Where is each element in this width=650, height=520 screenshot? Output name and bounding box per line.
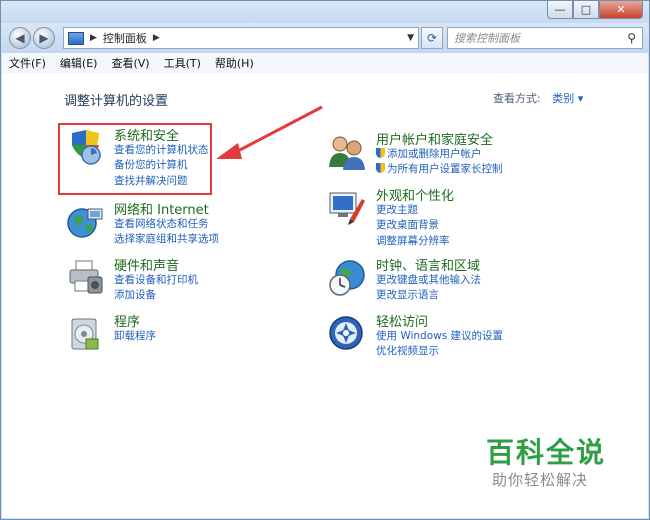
address-segment[interactable]: 控制面板 xyxy=(103,30,147,46)
chevron-right-icon[interactable]: ▶ xyxy=(153,33,160,43)
navigation-bar: ◀ ▶ ▶ 控制面板 ▶ ▼ ⟳ 搜索控制面板 ⚲ xyxy=(1,23,649,53)
watermark-title: 百科全说 xyxy=(486,436,607,469)
maximize-button[interactable]: □ xyxy=(573,1,599,19)
search-input[interactable]: 搜索控制面板 ⚲ xyxy=(447,27,643,49)
menu-tools[interactable]: 工具(T) xyxy=(157,55,208,71)
close-button[interactable]: ✕ xyxy=(599,1,643,19)
menu-help[interactable]: 帮助(H) xyxy=(208,55,261,71)
content-area: 调整计算机的设置 查看方式: 类别 ▾ 系统和安全 查看您的计算机状态 备份您的… xyxy=(2,73,648,518)
control-panel-window: — □ ✕ ◀ ▶ ▶ 控制面板 ▶ ▼ ⟳ 搜索控制面板 ⚲ 文件(F) 编辑… xyxy=(0,0,650,520)
menu-view[interactable]: 查看(V) xyxy=(104,55,156,71)
control-panel-icon xyxy=(68,31,84,45)
chevron-down-icon[interactable]: ▼ xyxy=(407,33,414,43)
forward-button[interactable]: ▶ xyxy=(33,27,55,49)
menu-edit[interactable]: 编辑(E) xyxy=(53,55,105,71)
address-bar[interactable]: ▶ 控制面板 ▶ ▼ xyxy=(63,27,419,49)
window-controls: — □ ✕ xyxy=(547,1,643,19)
menu-bar: 文件(F) 编辑(E) 查看(V) 工具(T) 帮助(H) xyxy=(2,53,648,74)
menu-file[interactable]: 文件(F) xyxy=(2,55,53,71)
search-placeholder: 搜索控制面板 xyxy=(454,32,520,45)
minimize-button[interactable]: — xyxy=(547,1,573,19)
watermark-subtitle: 助你轻松解决 xyxy=(492,471,589,489)
search-icon[interactable]: ⚲ xyxy=(627,31,636,45)
chevron-right-icon: ▶ xyxy=(90,33,97,43)
refresh-button[interactable]: ⟳ xyxy=(421,27,443,49)
back-button[interactable]: ◀ xyxy=(9,27,31,49)
title-bar[interactable]: — □ ✕ xyxy=(1,1,649,23)
